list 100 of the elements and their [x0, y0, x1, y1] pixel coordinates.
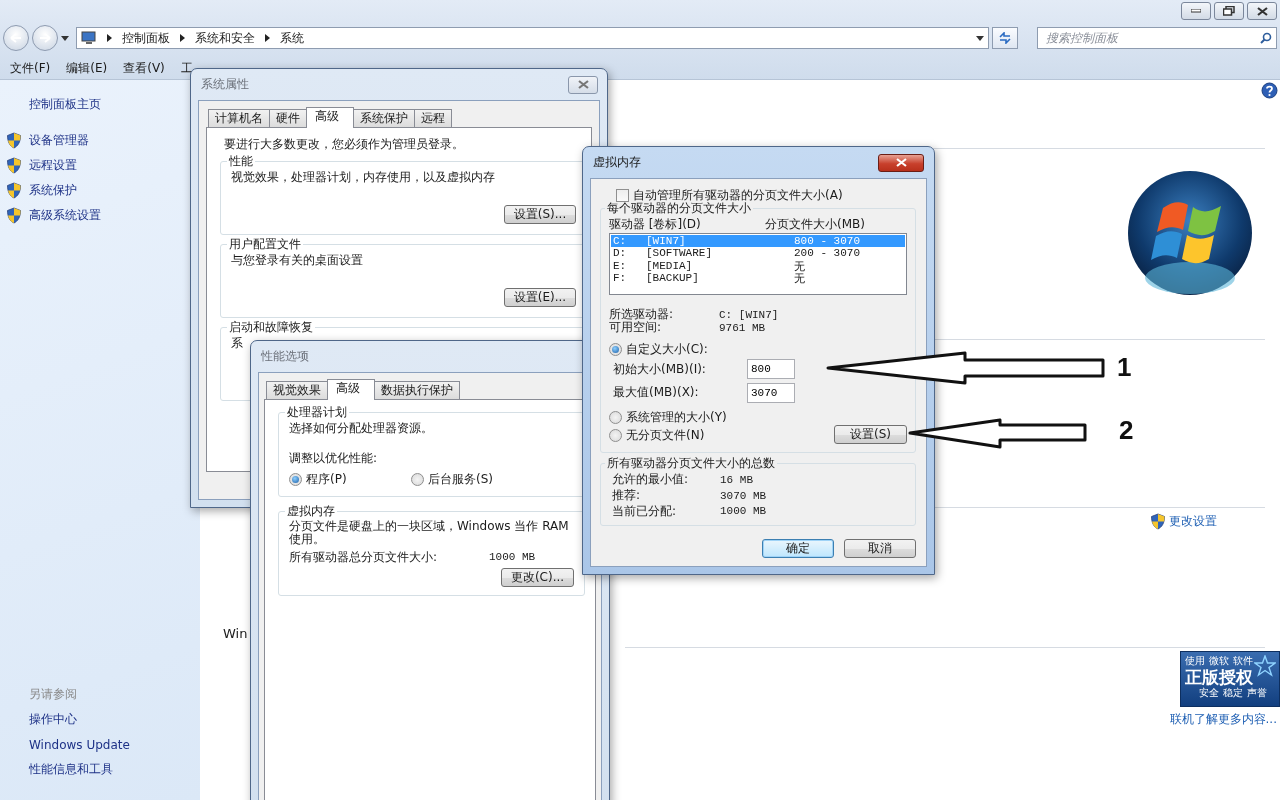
- radio-label: 系统管理的大小(Y): [626, 409, 727, 425]
- admin-note: 要进行大多数更改，您必须作为管理员登录。: [224, 137, 465, 152]
- refresh-icon: [998, 32, 1012, 44]
- annotation-number: 1: [1117, 352, 1132, 383]
- checkbox-label: 自动管理所有驱动器的分页文件大小(A): [633, 188, 843, 203]
- settings-button[interactable]: 设置(S)...: [504, 205, 576, 224]
- dialog-title: 系统属性: [201, 76, 249, 93]
- info-label: 可用空间:: [609, 320, 663, 336]
- refresh-button[interactable]: [992, 27, 1018, 49]
- size-cell-text: 无: [793, 259, 806, 273]
- checkbox[interactable]: [616, 189, 629, 203]
- info-value: 16 MB: [720, 473, 754, 486]
- drive-cell-text: F:: [612, 272, 628, 285]
- close-button[interactable]: [878, 153, 924, 172]
- tab[interactable]: 高级: [327, 379, 375, 400]
- list-row[interactable]: E: [MEDIA] 无: [611, 258, 905, 271]
- help-icon[interactable]: [1261, 82, 1278, 99]
- star-icon: [1254, 655, 1276, 677]
- breadcrumb-item[interactable]: 控制面板: [122, 29, 170, 47]
- column-header: 分页文件大小(MB): [765, 216, 866, 232]
- info-label: 允许的最小值:: [612, 472, 690, 488]
- maximize-button[interactable]: [1214, 2, 1244, 20]
- close-icon: [577, 80, 589, 89]
- info-value: 9761 MB: [719, 321, 767, 334]
- sidebar-link[interactable]: 操作中心: [0, 707, 200, 732]
- group-title: 所有驱动器分页文件大小的总数: [606, 455, 776, 473]
- group-title: 启动和故障恢复: [228, 319, 314, 336]
- tab[interactable]: 高级: [306, 107, 354, 128]
- info-value: 1000 MB: [720, 505, 768, 518]
- info-value: 3070 MB: [720, 489, 768, 502]
- settings-button[interactable]: 设置(E)...: [504, 288, 576, 307]
- shield-icon: [6, 182, 22, 199]
- ok-button[interactable]: 确定: [762, 539, 834, 558]
- back-button[interactable]: [3, 25, 29, 51]
- breadcrumb-item[interactable]: 系统和安全: [195, 29, 255, 47]
- radio-label: 自定义大小(C):: [626, 341, 708, 357]
- close-button[interactable]: [1247, 2, 1277, 20]
- input-field[interactable]: 800: [747, 359, 795, 380]
- sidebar-link[interactable]: Windows Update: [0, 732, 200, 757]
- menu-item[interactable]: 文件(F): [2, 60, 59, 77]
- radio-button[interactable]: [609, 410, 622, 424]
- sidebar-link[interactable]: 设备管理器: [0, 128, 200, 153]
- forward-button[interactable]: [32, 25, 58, 51]
- learn-more-link[interactable]: 联机了解更多内容...: [1169, 711, 1277, 728]
- sidebar-link[interactable]: 远程设置: [0, 153, 200, 178]
- group-description: 分页文件是硬盘上的一块区域，Windows 当作 RAM 使用。: [289, 520, 570, 546]
- close-icon: [895, 158, 907, 167]
- group-description: 与您登录有关的桌面设置: [231, 253, 364, 268]
- info-label: 当前已分配:: [612, 503, 678, 519]
- input-field[interactable]: 3070: [747, 382, 795, 403]
- drive-cell-text: D:: [612, 246, 628, 259]
- sidebar-link[interactable]: 高级系统设置: [0, 203, 200, 228]
- address-bar[interactable]: 控制面板 系统和安全 系统: [76, 27, 989, 49]
- field-label: 最大值(MB)(X):: [613, 385, 700, 401]
- back-arrow-icon: [10, 33, 22, 43]
- badge-text: 稳定: [1223, 687, 1243, 699]
- search-icon: [1260, 32, 1272, 44]
- group-title: 虚拟内存: [286, 503, 336, 520]
- sidebar-link[interactable]: 系统保护: [0, 178, 200, 203]
- tab[interactable]: 硬件: [269, 109, 307, 127]
- set-button[interactable]: 设置(S): [834, 425, 907, 445]
- badge-text: 软件: [1233, 655, 1253, 667]
- group-title: 用户配置文件: [228, 236, 302, 253]
- list-row[interactable]: D: [SOFTWARE] 200 - 3070: [611, 246, 905, 259]
- group-description: 系: [231, 336, 244, 351]
- cancel-button[interactable]: 取消: [844, 539, 916, 558]
- change-settings-link[interactable]: 更改设置: [1150, 513, 1217, 530]
- tab[interactable]: 计算机名: [208, 109, 270, 127]
- info-label: 所选驱动器:: [609, 307, 675, 322]
- radio-button[interactable]: [289, 472, 302, 486]
- tab[interactable]: 远程: [414, 109, 452, 127]
- badge-text: 微软: [1209, 655, 1229, 667]
- menu-item[interactable]: 编辑(E): [58, 60, 116, 77]
- shield-icon: [6, 207, 22, 224]
- info-label: 所有驱动器总分页文件大小:: [289, 549, 439, 565]
- menu-item[interactable]: 查看(V): [115, 60, 173, 77]
- breadcrumb-separator-icon: [180, 34, 185, 42]
- badge-text: 安全: [1199, 687, 1219, 699]
- group-title: 每个驱动器的分页文件大小: [606, 200, 752, 217]
- field-label: 初始大小(MB)(I):: [613, 361, 707, 377]
- radio-label: 程序(P): [306, 471, 347, 487]
- dialog-title: 虚拟内存: [593, 154, 641, 171]
- search-field[interactable]: 搜索控制面板: [1037, 27, 1277, 49]
- radio-button[interactable]: [411, 472, 424, 486]
- breadcrumb-item[interactable]: 系统: [280, 29, 304, 47]
- radio-label: 无分页文件(N): [626, 427, 705, 443]
- annotation-number: 2: [1119, 415, 1134, 446]
- radio-button[interactable]: [609, 428, 622, 442]
- shield-icon: [6, 132, 22, 149]
- radio-button[interactable]: [609, 342, 622, 356]
- tab[interactable]: 系统保护: [353, 109, 415, 127]
- badge-title: 正版授权: [1185, 667, 1253, 687]
- size-cell-text: 200 - 3070: [793, 246, 861, 259]
- tab[interactable]: 数据执行保护: [374, 381, 460, 399]
- dropdown-caret-icon: [976, 35, 984, 41]
- forward-arrow-icon: [39, 33, 51, 43]
- tab[interactable]: 视觉效果: [266, 381, 328, 399]
- change-button[interactable]: 更改(C)...: [501, 568, 574, 587]
- sidebar-link[interactable]: 性能信息和工具: [0, 757, 200, 782]
- label-cell-text: [BACKUP]: [645, 272, 700, 285]
